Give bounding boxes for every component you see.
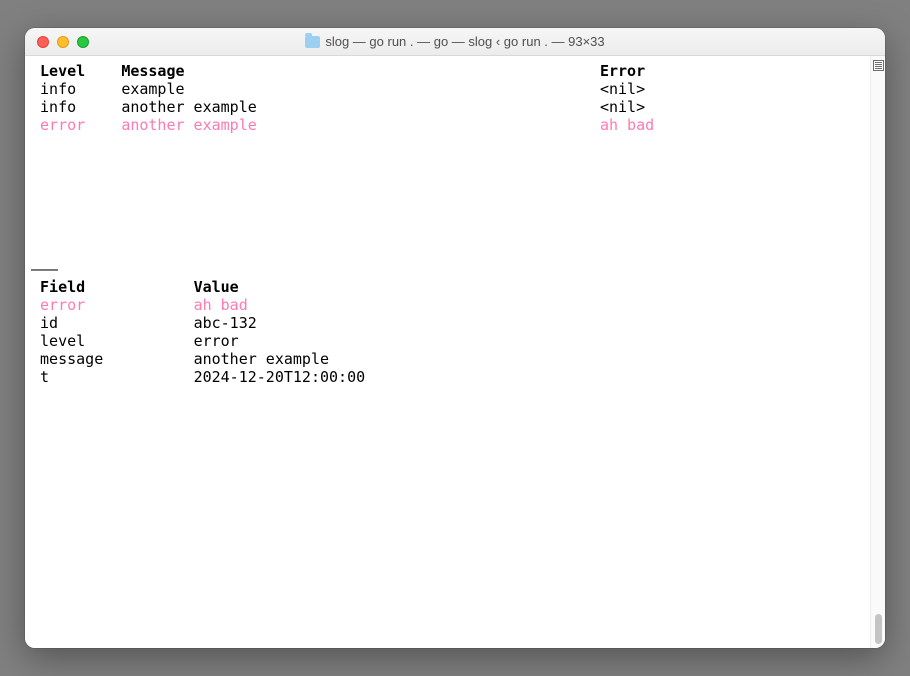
scrollbar[interactable] bbox=[870, 56, 885, 648]
folder-icon bbox=[305, 36, 320, 48]
window-title-text: slog — go run . — go — slog ‹ go run . —… bbox=[325, 34, 604, 49]
traffic-lights bbox=[25, 36, 89, 48]
titlebar[interactable]: slog — go run . — go — slog ‹ go run . —… bbox=[25, 28, 885, 56]
window-title: slog — go run . — go — slog ‹ go run . —… bbox=[25, 34, 885, 49]
terminal-window: slog — go run . — go — slog ‹ go run . —… bbox=[25, 28, 885, 648]
fullscreen-icon[interactable] bbox=[77, 36, 89, 48]
close-icon[interactable] bbox=[37, 36, 49, 48]
scroll-thumb[interactable] bbox=[875, 614, 882, 644]
terminal-body: Level Message Error info example <nil> i… bbox=[25, 56, 885, 648]
minimize-icon[interactable] bbox=[57, 36, 69, 48]
terminal-output[interactable]: Level Message Error info example <nil> i… bbox=[25, 56, 870, 648]
scroll-up-icon[interactable] bbox=[872, 60, 885, 71]
